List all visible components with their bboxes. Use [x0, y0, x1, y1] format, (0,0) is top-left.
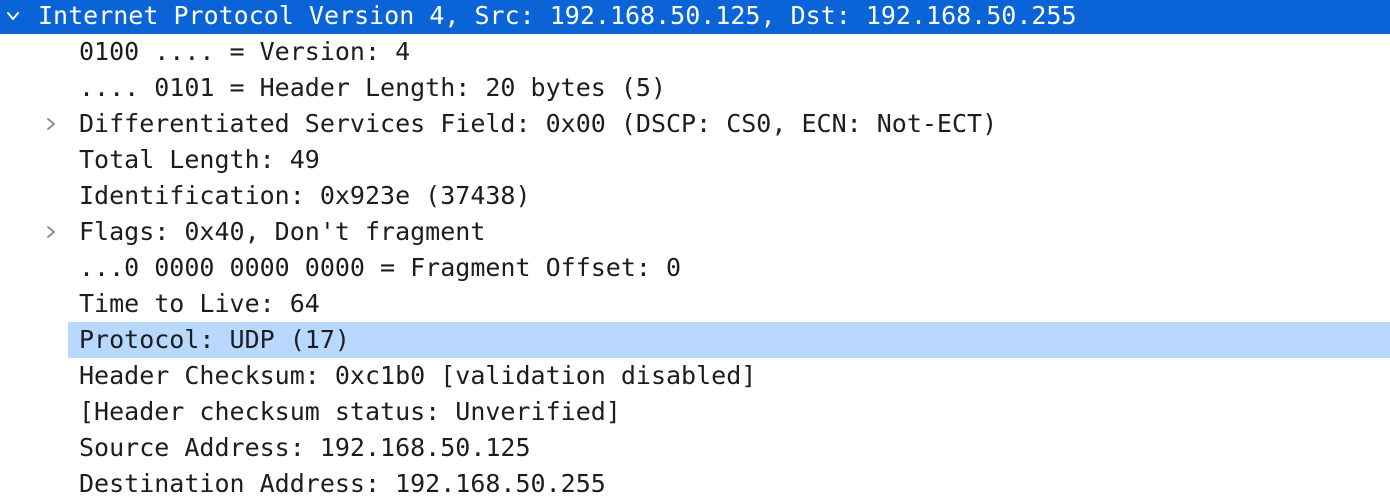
tree-row-label: Internet Protocol Version 4, Src: 192.16… [38, 1, 1077, 30]
tree-row-label: Differentiated Services Field: 0x00 (DSC… [79, 109, 998, 138]
chevron-right-icon[interactable] [40, 214, 62, 250]
tree-row-label: Protocol: UDP (17) [79, 325, 350, 354]
tree-row-ttl[interactable]: Time to Live: 64 [0, 286, 1390, 322]
tree-row-destination-address[interactable]: Destination Address: 192.168.50.255 [0, 466, 1390, 502]
tree-row-label: 0100 .... = Version: 4 [79, 37, 411, 66]
tree-row-label: Source Address: 192.168.50.125 [79, 433, 531, 462]
tree-row-protocol[interactable]: Protocol: UDP (17) [68, 322, 1390, 358]
tree-row-checksum-status[interactable]: [Header checksum status: Unverified] [0, 394, 1390, 430]
tree-row-label: Identification: 0x923e (37438) [79, 181, 531, 210]
tree-row-label: .... 0101 = Header Length: 20 bytes (5) [79, 73, 666, 102]
tree-row-version[interactable]: 0100 .... = Version: 4 [0, 34, 1390, 70]
tree-row-label: Destination Address: 192.168.50.255 [79, 469, 606, 498]
tree-row-fragment-offset[interactable]: ...0 0000 0000 0000 = Fragment Offset: 0 [0, 250, 1390, 286]
tree-row-label: Time to Live: 64 [79, 289, 320, 318]
tree-row-header-length[interactable]: .... 0101 = Header Length: 20 bytes (5) [0, 70, 1390, 106]
packet-details-tree: Internet Protocol Version 4, Src: 192.16… [0, 0, 1390, 498]
tree-row-source-address[interactable]: Source Address: 192.168.50.125 [0, 430, 1390, 466]
tree-row-label: ...0 0000 0000 0000 = Fragment Offset: 0 [79, 253, 682, 282]
tree-row-header-checksum[interactable]: Header Checksum: 0xc1b0 [validation disa… [0, 358, 1390, 394]
tree-row-identification[interactable]: Identification: 0x923e (37438) [0, 178, 1390, 214]
chevron-down-icon[interactable] [2, 0, 24, 34]
tree-row-dsfield[interactable]: Differentiated Services Field: 0x00 (DSC… [0, 106, 1390, 142]
tree-row-total-length[interactable]: Total Length: 49 [0, 142, 1390, 178]
tree-row-label: Header Checksum: 0xc1b0 [validation disa… [79, 361, 757, 390]
tree-row-label: Flags: 0x40, Don't fragment [79, 217, 486, 246]
chevron-right-icon[interactable] [40, 106, 62, 142]
tree-row-ipv4-header[interactable]: Internet Protocol Version 4, Src: 192.16… [0, 0, 1390, 34]
tree-row-label: [Header checksum status: Unverified] [79, 397, 621, 426]
tree-row-flags[interactable]: Flags: 0x40, Don't fragment [0, 214, 1390, 250]
tree-row-label: Total Length: 49 [79, 145, 320, 174]
